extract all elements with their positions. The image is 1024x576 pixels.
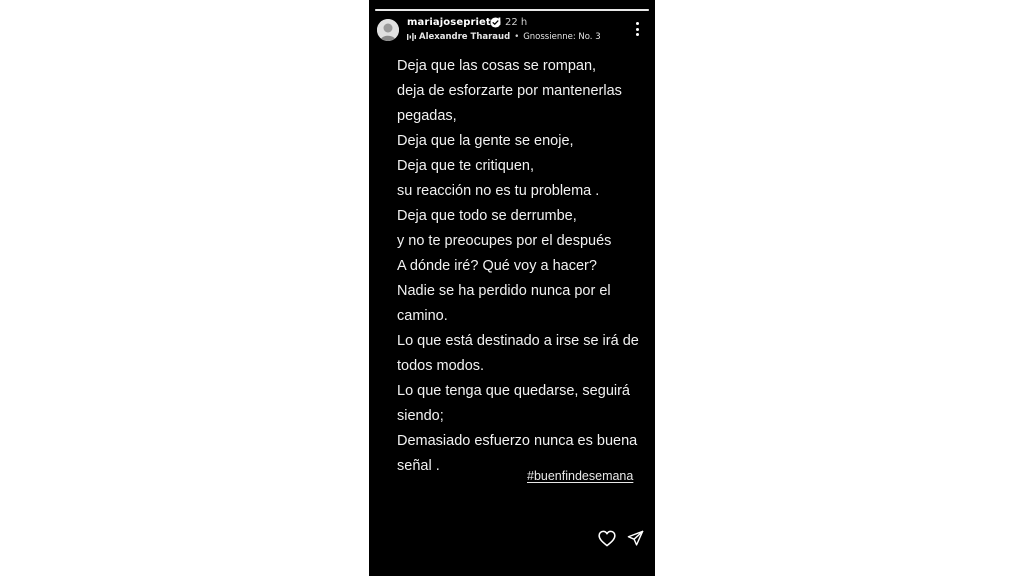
story-text-line: camino. (397, 308, 448, 324)
music-attribution[interactable]: Alexandre Tharaud • Gnossienne: No. 3 (407, 31, 601, 43)
story-text-line: Nadie se ha perdido nunca por el (397, 283, 611, 299)
story-progress-fill (375, 9, 649, 11)
story-text-line: y no te preocupes por el después (397, 233, 612, 249)
story-text-line: siendo; (397, 408, 444, 424)
story-viewer[interactable]: mariajoseprietol 22 h Alexandre Tharaud … (369, 0, 655, 576)
story-text-line: su reacción no es tu problema . (397, 183, 600, 199)
username[interactable]: mariajoseprietol (407, 17, 501, 28)
verified-badge-icon (490, 17, 501, 28)
avatar[interactable] (377, 19, 399, 41)
more-vertical-icon[interactable] (633, 21, 641, 37)
story-text-line: deja de esforzarte por mantenerlas (397, 83, 622, 99)
story-progress-bar (375, 9, 649, 11)
story-text-line: pegadas, (397, 108, 457, 124)
story-text-line: todos modos. (397, 358, 485, 374)
story-text-line: Deja que te critiquen, (397, 158, 535, 174)
story-text-line: Deja que la gente se enoje, (397, 133, 574, 149)
music-track: Gnossienne: No. 3 (523, 32, 601, 42)
heart-icon[interactable] (598, 530, 616, 547)
story-text-line: Deja que todo se derrumbe, (397, 208, 577, 224)
music-artist: Alexandre Tharaud (419, 32, 511, 42)
hashtag-sticker[interactable]: #buenfindesemana (527, 469, 633, 483)
story-text-line: Lo que está destinado a irse se irá de (397, 333, 639, 349)
story-timestamp: 22 h (505, 17, 528, 28)
music-separator: • (514, 32, 520, 42)
story-text-line: Demasiado esfuerzo nunca es buena (397, 433, 638, 449)
music-bars-icon (407, 33, 416, 41)
story-text: Deja que las cosas se rompan, deja de esf… (397, 54, 649, 479)
story-text-line: Lo que tenga que quedarse, seguirá (397, 383, 630, 399)
avatar-image (377, 19, 399, 41)
story-text-line: Deja que las cosas se rompan, (397, 58, 597, 74)
send-icon[interactable] (627, 530, 644, 547)
story-text-line: A dónde iré? Qué voy a hacer? (397, 258, 597, 274)
